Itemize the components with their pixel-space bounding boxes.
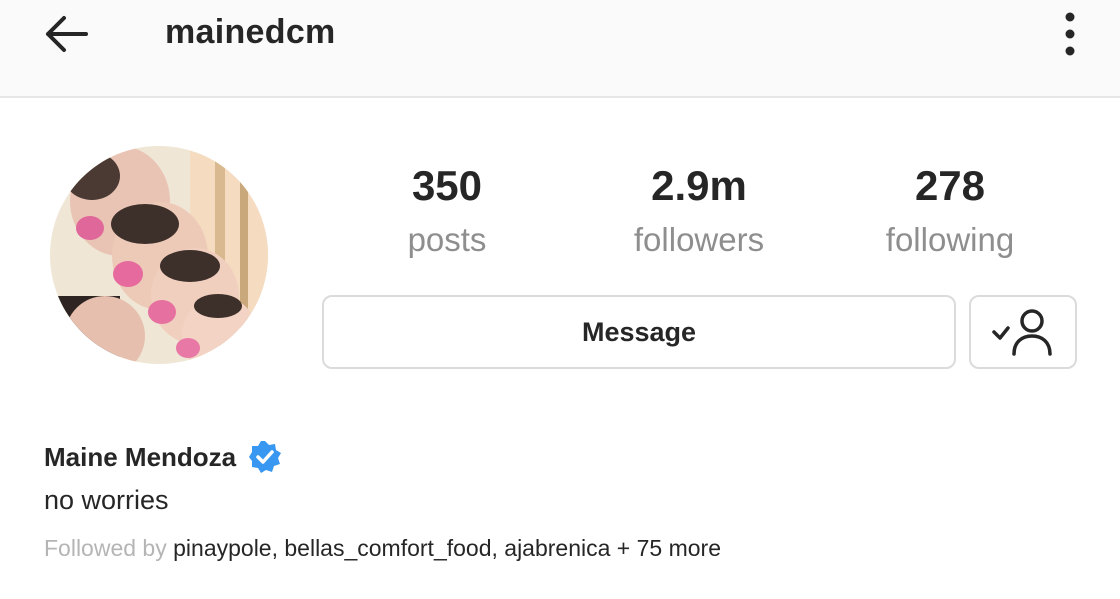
more-vertical-icon xyxy=(1065,12,1075,56)
avatar[interactable] xyxy=(50,146,268,364)
person-check-icon xyxy=(992,309,1052,356)
profile-bio: no worries xyxy=(44,485,169,515)
profile-username: mainedcm xyxy=(165,13,336,51)
stat-followers[interactable]: 2.9m followers xyxy=(599,160,799,262)
verified-badge-icon xyxy=(248,440,282,474)
followed-by-row[interactable]: Followed by pinaypole, bellas_comfort_fo… xyxy=(44,535,721,562)
followed-by-prefix: Followed by xyxy=(44,535,167,561)
stat-value: 2.9m xyxy=(651,162,747,209)
full-name: Maine Mendoza xyxy=(44,441,237,472)
message-button[interactable]: Message xyxy=(322,295,956,369)
stat-following[interactable]: 278 following xyxy=(850,160,1050,262)
stat-label: following xyxy=(885,221,1015,258)
profile-photo xyxy=(50,146,268,364)
top-bar: mainedcm xyxy=(0,0,1120,98)
following-button[interactable] xyxy=(969,295,1077,369)
more-options-button[interactable] xyxy=(1050,6,1090,62)
stat-label: followers xyxy=(633,221,765,258)
back-button[interactable] xyxy=(38,10,94,58)
arrow-left-icon xyxy=(46,16,88,52)
stat-value: 350 xyxy=(411,162,483,209)
stat-label: posts xyxy=(407,221,487,258)
stat-value: 278 xyxy=(914,162,986,209)
followed-by-names[interactable]: pinaypole, bellas_comfort_food, ajabreni… xyxy=(173,535,721,561)
profile-full-name-row: Maine Mendoza xyxy=(44,440,282,474)
stat-posts[interactable]: 350 posts xyxy=(347,160,547,262)
